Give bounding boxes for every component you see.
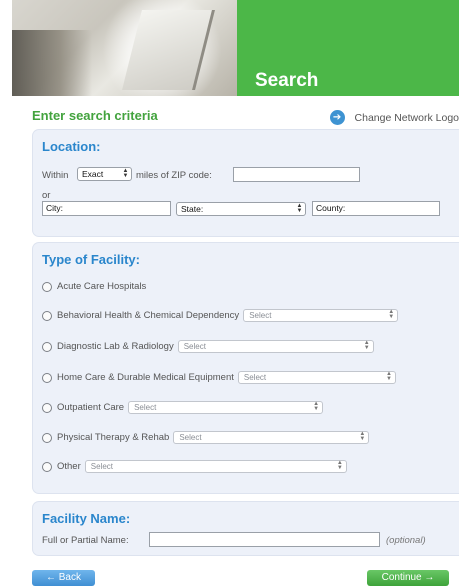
facility-subtype-select[interactable]: Select ▲ ▼ [237,371,396,384]
change-network-link[interactable]: ➔ Change Network Logo [329,110,459,125]
facility-type-panel: Type of Facility: Acute Care Hospitals B… [32,242,459,494]
facility-option-label: Diagnostic Lab & Radiology [57,341,174,352]
header-photo [12,0,237,96]
select-value: Select [179,433,202,442]
select-arrows-icon: ▲ ▼ [296,203,303,214]
facility-name-input[interactable] [149,532,380,547]
select-value: Select [243,373,267,382]
select-value: Select [134,403,157,412]
radio-button[interactable] [42,432,52,443]
facility-option-label: Other [57,461,81,472]
page-title: Search [255,70,319,91]
radio-button[interactable] [42,461,52,472]
city-input[interactable]: City: [42,201,171,216]
distance-value: Exact [82,169,104,179]
state-select[interactable]: State: ▲ ▼ [176,202,306,216]
distance-select[interactable]: Exact ▲ ▼ [77,167,132,181]
facility-subtype-select[interactable]: Select ▲ ▼ [243,309,399,322]
select-arrows-icon: ▲ ▼ [336,460,343,471]
facility-option[interactable]: Acute Care Hospitals [42,281,146,292]
radio-button[interactable] [42,281,52,292]
facility-option[interactable]: Other Select ▲ ▼ [42,460,347,473]
location-panel: Location: Within Exact ▲ ▼ miles of ZIP c… [32,129,459,237]
facility-subtype-select[interactable]: Select ▲ ▼ [128,401,324,414]
facility-option-label: Behavioral Health & Chemical Dependency [57,310,240,321]
header-title-panel: Search [237,0,459,96]
header-banner: Search [12,0,459,96]
optional-label: (optional) [386,535,426,546]
facility-option-label: Outpatient Care [57,402,125,413]
select-arrows-icon: ▲ ▼ [388,309,395,320]
select-value: Select [249,311,272,320]
facility-option[interactable]: Diagnostic Lab & Radiology Select ▲ ▼ [42,340,374,353]
back-button[interactable]: ← Back [32,570,95,586]
select-arrows-icon: ▲ ▼ [385,371,392,382]
change-network-label: Change Network Logo [354,111,459,124]
facility-option[interactable]: Physical Therapy & Rehab Select ▲ ▼ [42,431,370,444]
facility-option[interactable]: Outpatient Care Select ▲ ▼ [42,401,324,414]
facility-name-title: Facility Name: [42,511,131,526]
radio-button[interactable] [42,402,52,413]
continue-button[interactable]: Continue → [367,570,449,586]
facility-subtype-select[interactable]: Select ▲ ▼ [84,460,347,473]
select-arrows-icon: ▲ ▼ [313,401,320,412]
radio-button[interactable] [42,310,52,321]
facility-type-title: Type of Facility: [42,252,140,267]
select-arrows-icon: ▲ ▼ [122,168,129,179]
facility-subtype-select[interactable]: Select ▲ ▼ [173,431,370,444]
within-label: Within [42,170,69,181]
facility-option[interactable]: Behavioral Health & Chemical Dependency … [42,309,399,322]
section-heading: Enter search criteria [32,108,158,123]
select-arrows-icon: ▲ ▼ [359,431,366,442]
or-label: or [42,190,51,201]
facility-name-panel: Facility Name: Full or Partial Name: (op… [32,501,459,556]
zip-code-input[interactable] [233,167,360,182]
facility-option-label: Acute Care Hospitals [57,281,147,292]
facility-name-label: Full or Partial Name: [42,535,129,546]
radio-button[interactable] [42,341,52,352]
select-value: Select [183,342,206,351]
arrow-right-icon: ➔ [329,110,345,125]
radio-button[interactable] [42,372,52,383]
location-title: Location: [42,139,101,154]
state-value: State: [181,204,204,214]
facility-option[interactable]: Home Care & Durable Medical Equipment Se… [42,371,396,384]
select-value: Select [90,462,113,471]
select-arrows-icon: ▲ ▼ [363,340,370,351]
facility-subtype-select[interactable]: Select ▲ ▼ [177,340,374,353]
facility-option-label: Physical Therapy & Rehab [57,432,170,443]
subheader: Enter search criteria ➔ Change Network L… [32,108,459,128]
county-input[interactable]: County: [312,201,440,216]
facility-option-label: Home Care & Durable Medical Equipment [57,372,234,383]
miles-label: miles of ZIP code: [136,170,212,181]
